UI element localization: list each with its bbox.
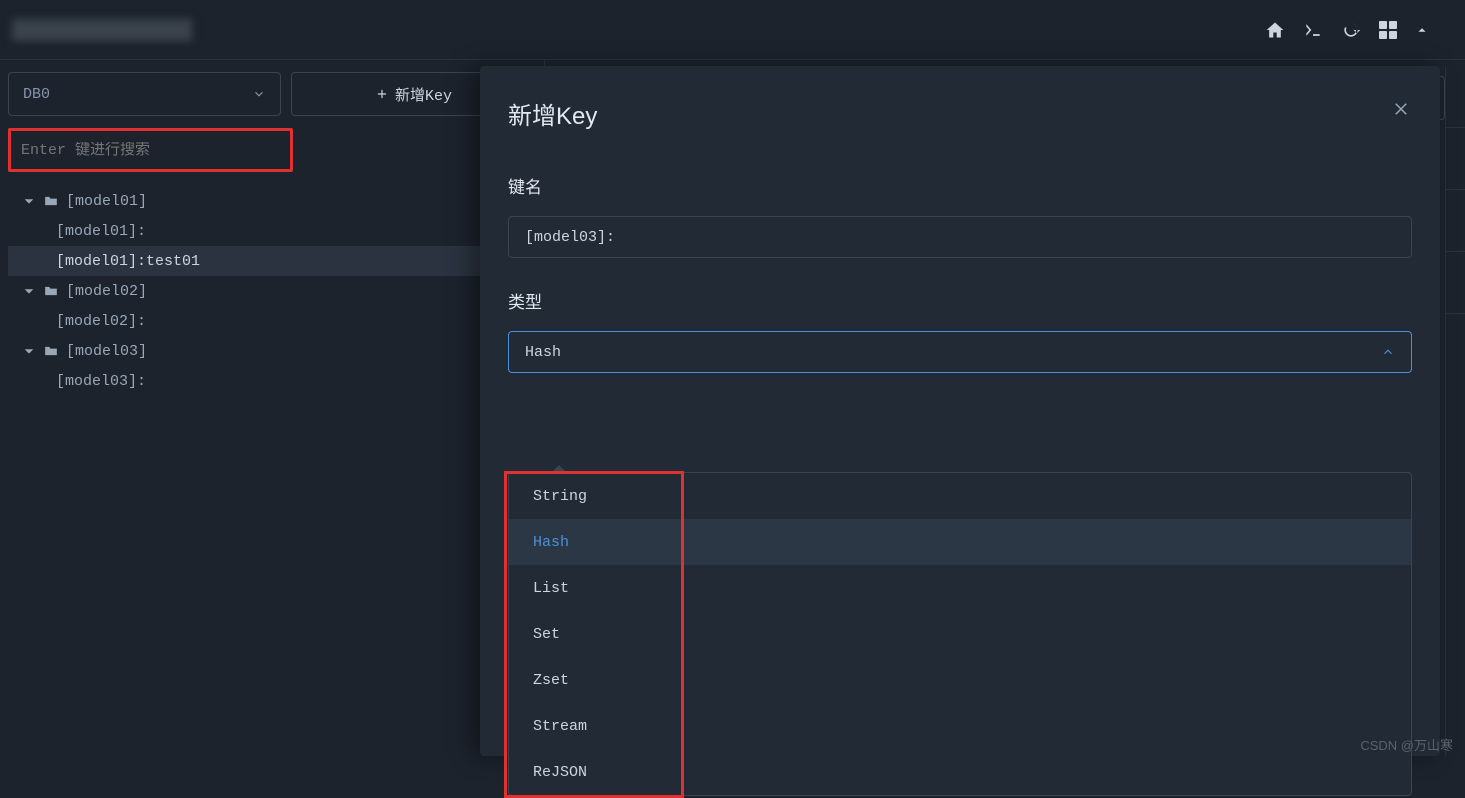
db-select[interactable]: DB0 xyxy=(8,72,281,116)
close-icon xyxy=(1392,100,1410,118)
type-selected-value: Hash xyxy=(525,344,561,361)
type-label: 类型 xyxy=(508,288,1412,313)
keyname-label: 键名 xyxy=(508,173,1412,198)
toolstrip-slot[interactable] xyxy=(1446,190,1465,252)
type-option-string[interactable]: String xyxy=(509,473,1411,519)
chevron-down-icon xyxy=(252,87,266,101)
option-label: List xyxy=(533,580,569,597)
option-label: Hash xyxy=(533,534,569,551)
refresh-icon[interactable] xyxy=(1341,20,1361,40)
chevron-down-icon xyxy=(22,194,36,208)
type-select[interactable]: Hash xyxy=(508,331,1412,373)
toolstrip-slot[interactable] xyxy=(1446,66,1465,128)
db-select-label: DB0 xyxy=(23,86,50,103)
search-box[interactable] xyxy=(8,128,293,172)
tree-label: [model02] xyxy=(66,283,147,300)
modal-title: 新增Key xyxy=(508,96,1412,131)
collapse-icon[interactable] xyxy=(1415,23,1429,37)
type-option-list[interactable]: List xyxy=(509,565,1411,611)
toolstrip-slot[interactable] xyxy=(1446,252,1465,314)
tree-label: [model01] xyxy=(66,193,147,210)
plus-icon xyxy=(375,87,389,101)
terminal-icon[interactable] xyxy=(1303,20,1323,40)
watermark: CSDN @万山寒 xyxy=(1360,735,1453,754)
tree-key-model02-empty[interactable]: [model02]: xyxy=(8,306,536,336)
right-toolstrip xyxy=(1445,66,1465,756)
chevron-down-icon xyxy=(22,284,36,298)
connection-name-blurred xyxy=(12,19,192,41)
option-label: String xyxy=(533,488,587,505)
type-option-zset[interactable]: Zset xyxy=(509,657,1411,703)
grid-icon[interactable] xyxy=(1379,21,1397,39)
close-button[interactable] xyxy=(1392,100,1410,123)
tree-folder-model02[interactable]: [model02] xyxy=(8,276,536,306)
keyname-input[interactable]: [model03]: xyxy=(508,216,1412,258)
type-option-rejson[interactable]: ReJSON xyxy=(509,749,1411,795)
add-key-label: 新增Key xyxy=(395,84,452,105)
tree-label: [model01]:test01 xyxy=(56,253,200,270)
home-icon[interactable] xyxy=(1265,20,1285,40)
tree-key-model01-empty[interactable]: [model01]: xyxy=(8,216,536,246)
sidebar: DB0 新增Key [model01] [model01]: [model01]… xyxy=(0,60,545,760)
tree-label: [model01]: xyxy=(56,223,146,240)
option-label: Set xyxy=(533,626,560,643)
option-label: Stream xyxy=(533,718,587,735)
top-icons xyxy=(1265,20,1453,40)
chevron-up-icon xyxy=(1381,345,1395,359)
option-label: Zset xyxy=(533,672,569,689)
type-option-stream[interactable]: Stream xyxy=(509,703,1411,749)
type-option-hash[interactable]: Hash xyxy=(509,519,1411,565)
search-input[interactable] xyxy=(21,142,280,159)
tree-folder-model01[interactable]: [model01] xyxy=(8,186,536,216)
tree-folder-model03[interactable]: [model03] xyxy=(8,336,536,366)
tree-label: [model02]: xyxy=(56,313,146,330)
folder-open-icon xyxy=(44,194,58,208)
key-tree: [model01] [model01]: [model01]:test01 [m… xyxy=(8,186,536,396)
new-key-modal: 新增Key 键名 [model03]: 类型 Hash String Hash … xyxy=(480,66,1440,756)
tree-key-model03-empty[interactable]: [model03]: xyxy=(8,366,536,396)
chevron-down-icon xyxy=(22,344,36,358)
tree-key-model01-test01[interactable]: [model01]:test01 xyxy=(8,246,536,276)
folder-open-icon xyxy=(44,344,58,358)
option-label: ReJSON xyxy=(533,764,587,781)
keyname-value: [model03]: xyxy=(525,229,615,246)
toolstrip-slot[interactable] xyxy=(1446,128,1465,190)
topbar xyxy=(0,0,1465,60)
type-option-set[interactable]: Set xyxy=(509,611,1411,657)
type-dropdown: String Hash List Set Zset Stream ReJSON xyxy=(508,472,1412,796)
tree-label: [model03]: xyxy=(56,373,146,390)
folder-open-icon xyxy=(44,284,58,298)
dropdown-arrow xyxy=(551,465,567,473)
tree-label: [model03] xyxy=(66,343,147,360)
